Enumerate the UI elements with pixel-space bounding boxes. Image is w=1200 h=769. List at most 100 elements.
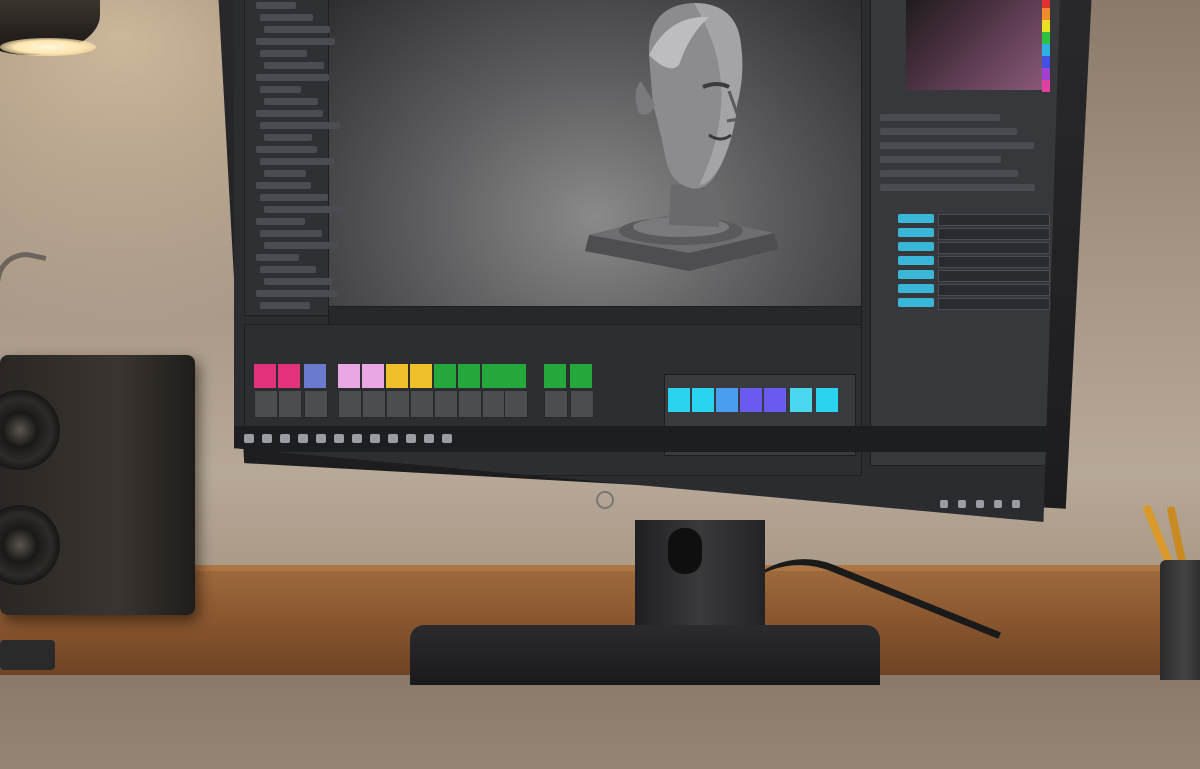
- property-field[interactable]: [938, 298, 1050, 310]
- property-slider[interactable]: [898, 242, 934, 251]
- property-slider[interactable]: [898, 228, 934, 237]
- hue-swatch[interactable]: [1042, 44, 1050, 56]
- tray-icon[interactable]: [1012, 500, 1020, 508]
- clip-thumbnail[interactable]: [338, 390, 362, 418]
- timeline-clip[interactable]: [338, 364, 360, 388]
- clip-thumbnail[interactable]: [570, 390, 594, 418]
- timeline-clip[interactable]: [254, 364, 276, 388]
- timeline-clip[interactable]: [668, 388, 690, 412]
- taskbar-app-icon[interactable]: [424, 434, 434, 443]
- taskbar-app-icon[interactable]: [316, 434, 326, 443]
- clip-thumbnail[interactable]: [434, 390, 458, 418]
- left-panel-row[interactable]: [264, 98, 318, 105]
- property-field[interactable]: [938, 270, 1050, 282]
- timeline-clip[interactable]: [816, 388, 838, 412]
- left-panel-row[interactable]: [260, 122, 340, 129]
- tray-icon[interactable]: [940, 500, 948, 508]
- timeline-clip[interactable]: [716, 388, 738, 412]
- timeline-clip[interactable]: [458, 364, 480, 388]
- left-panel-row[interactable]: [256, 290, 338, 297]
- timeline-clip[interactable]: [692, 388, 714, 412]
- property-field[interactable]: [938, 284, 1050, 296]
- clip-thumbnail[interactable]: [544, 390, 568, 418]
- hue-swatch[interactable]: [1042, 56, 1050, 68]
- left-panel-row[interactable]: [260, 14, 313, 21]
- hue-swatch[interactable]: [1042, 80, 1050, 92]
- left-panel-row[interactable]: [260, 230, 322, 237]
- left-panel-row[interactable]: [264, 170, 306, 177]
- left-panel-row[interactable]: [256, 110, 323, 117]
- clip-thumbnail[interactable]: [278, 390, 302, 418]
- taskbar-app-icon[interactable]: [298, 434, 308, 443]
- timeline-clip[interactable]: [790, 388, 812, 412]
- taskbar-app-icon[interactable]: [352, 434, 362, 443]
- left-panel-row[interactable]: [260, 302, 310, 309]
- left-panel-row[interactable]: [260, 194, 328, 201]
- left-panel-row[interactable]: [256, 74, 329, 81]
- timeline-clip[interactable]: [304, 364, 326, 388]
- left-panel-row[interactable]: [256, 254, 299, 261]
- left-panel-row[interactable]: [264, 134, 312, 141]
- left-panel-row[interactable]: [264, 278, 333, 285]
- taskbar-app-icon[interactable]: [262, 434, 272, 443]
- tray-icon[interactable]: [976, 500, 984, 508]
- taskbar-app-icon[interactable]: [388, 434, 398, 443]
- left-panel-row[interactable]: [256, 38, 335, 45]
- timeline-clip[interactable]: [482, 364, 504, 388]
- clip-thumbnail[interactable]: [482, 390, 506, 418]
- hue-swatch[interactable]: [1042, 68, 1050, 80]
- timeline-clip[interactable]: [278, 364, 300, 388]
- timeline-clip[interactable]: [386, 364, 408, 388]
- left-panel-row[interactable]: [256, 2, 296, 9]
- timeline-clip[interactable]: [570, 364, 592, 388]
- clip-thumbnail[interactable]: [254, 390, 278, 418]
- timeline-clip[interactable]: [740, 388, 762, 412]
- timeline-clip[interactable]: [764, 388, 786, 412]
- clip-thumbnail[interactable]: [410, 390, 434, 418]
- left-panel-row[interactable]: [264, 242, 339, 249]
- hue-swatch[interactable]: [1042, 8, 1050, 20]
- 3d-viewport[interactable]: [328, 0, 862, 314]
- property-field[interactable]: [938, 228, 1050, 240]
- taskbar-app-icon[interactable]: [334, 434, 344, 443]
- left-panel-row[interactable]: [264, 62, 324, 69]
- taskbar-app-icon[interactable]: [280, 434, 290, 443]
- timeline-clip[interactable]: [544, 364, 566, 388]
- clip-thumbnail[interactable]: [504, 390, 528, 418]
- left-panel-row[interactable]: [264, 206, 345, 213]
- left-panel-row[interactable]: [260, 266, 316, 273]
- tray-icon[interactable]: [958, 500, 966, 508]
- property-slider[interactable]: [898, 256, 934, 265]
- left-panel-row[interactable]: [260, 50, 307, 57]
- property-slider[interactable]: [898, 270, 934, 279]
- taskbar-app-icon[interactable]: [370, 434, 380, 443]
- clip-thumbnail[interactable]: [386, 390, 410, 418]
- property-field[interactable]: [938, 256, 1050, 268]
- left-panel-row[interactable]: [260, 86, 301, 93]
- timeline-clip[interactable]: [504, 364, 526, 388]
- left-panel-row[interactable]: [256, 182, 311, 189]
- color-picker[interactable]: [906, 0, 1046, 90]
- clip-thumbnail[interactable]: [304, 390, 328, 418]
- timeline-clip[interactable]: [410, 364, 432, 388]
- left-panel-row[interactable]: [260, 158, 334, 165]
- property-field[interactable]: [938, 242, 1050, 254]
- property-slider[interactable]: [898, 214, 934, 223]
- taskbar-app-icon[interactable]: [442, 434, 452, 443]
- windows-start-icon[interactable]: [244, 434, 254, 443]
- hue-swatch[interactable]: [1042, 32, 1050, 44]
- property-slider[interactable]: [898, 298, 934, 307]
- timeline-clip[interactable]: [362, 364, 384, 388]
- property-field[interactable]: [938, 214, 1050, 226]
- hue-swatch[interactable]: [1042, 0, 1050, 8]
- timeline-clip[interactable]: [434, 364, 456, 388]
- property-slider[interactable]: [898, 284, 934, 293]
- taskbar-app-icon[interactable]: [406, 434, 416, 443]
- hue-swatch[interactable]: [1042, 20, 1050, 32]
- viewport-toolbar[interactable]: [328, 306, 862, 326]
- left-panel-row[interactable]: [256, 218, 305, 225]
- tray-icon[interactable]: [994, 500, 1002, 508]
- left-panel-row[interactable]: [264, 26, 330, 33]
- clip-thumbnail[interactable]: [458, 390, 482, 418]
- left-panel-row[interactable]: [256, 146, 317, 153]
